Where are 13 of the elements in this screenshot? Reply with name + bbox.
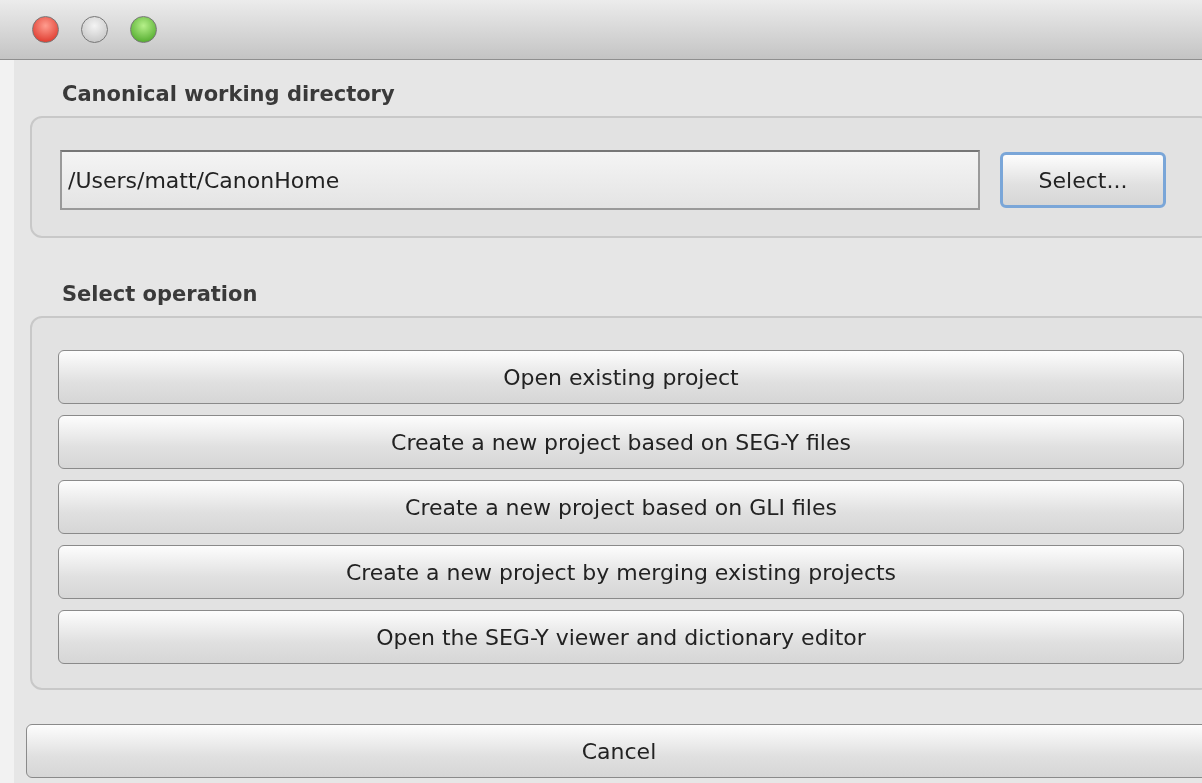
operation-button[interactable]: Create a new project by merging existing projects <box>58 545 1184 599</box>
operation-button[interactable]: Create a new project based on SEG-Y files <box>58 415 1184 469</box>
close-button[interactable] <box>32 16 59 43</box>
zoom-button[interactable] <box>130 16 157 43</box>
cancel-button[interactable]: Cancel <box>26 724 1202 778</box>
section-label: Canonical working directory <box>61 81 396 108</box>
operation-button[interactable]: Open existing project <box>58 350 1184 404</box>
operation-button[interactable]: Create a new project based on GLI files <box>58 480 1184 534</box>
minimize-button[interactable] <box>81 16 108 43</box>
operation-button[interactable]: Open the SEG-Y viewer and dictionary editor <box>58 610 1184 664</box>
section-label: Select operation <box>61 281 259 308</box>
select-button[interactable]: Select... <box>1000 152 1166 208</box>
path-field[interactable]: /Users/matt/CanonHome <box>60 150 980 210</box>
